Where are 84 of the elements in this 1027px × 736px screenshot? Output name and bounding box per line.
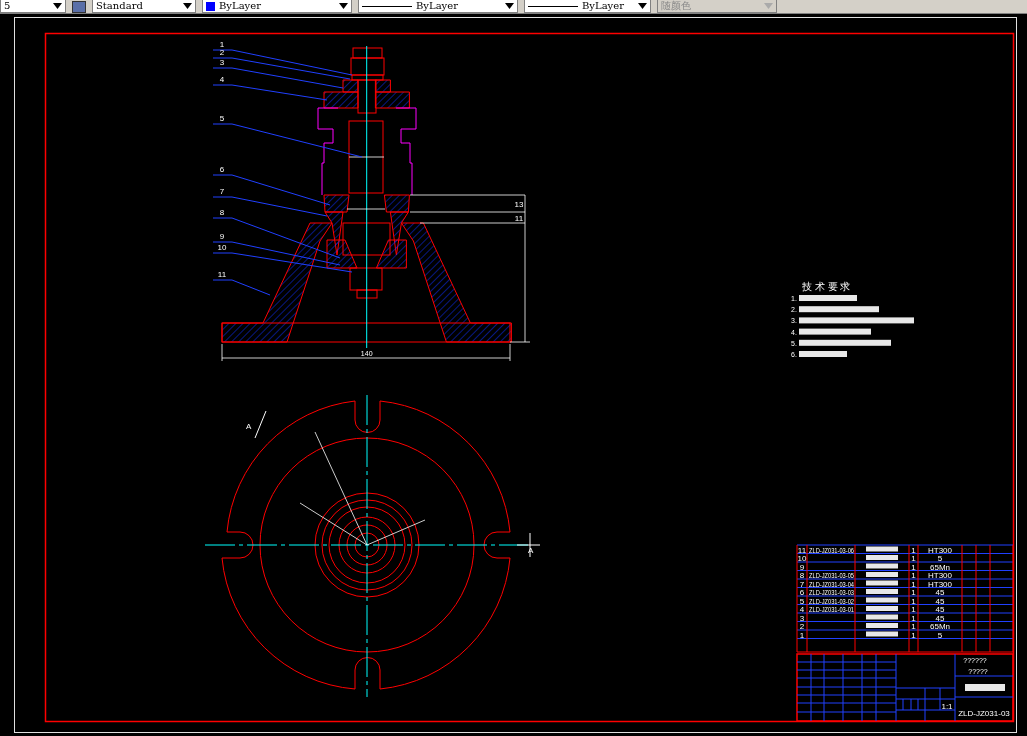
table-cell: 45 xyxy=(935,605,945,614)
part-number: 8 xyxy=(219,208,225,217)
table-cell: 9 xyxy=(799,562,805,572)
leader-line xyxy=(212,279,271,296)
table-cell: 1 xyxy=(911,630,916,640)
table-cell: 1 xyxy=(911,613,916,623)
lineweight-dropdown[interactable]: ByLayer xyxy=(524,0,651,13)
table-cell: 65Mn xyxy=(930,622,950,631)
illegible-text-drawing xyxy=(799,295,857,301)
table-cell: HT300 xyxy=(928,545,952,555)
table-cell: 4 xyxy=(799,605,805,614)
text-style-icon[interactable] xyxy=(72,1,86,13)
table-cell: 7 xyxy=(799,579,805,589)
table-cell: 8 xyxy=(799,571,805,580)
table-cell: 1 xyxy=(911,579,916,589)
table-cell: HT300 xyxy=(928,579,952,589)
table-cell: ZLD-JZ031-03-01 xyxy=(809,605,873,614)
table-cell: 45 xyxy=(935,588,945,597)
part-number: 11 xyxy=(217,270,227,279)
dropdown-arrow-icon[interactable] xyxy=(638,3,647,9)
section-label: A xyxy=(528,546,534,555)
table-cell: 45 xyxy=(935,596,945,606)
part-number: 7 xyxy=(219,187,225,196)
dropdown-arrow-icon[interactable] xyxy=(53,3,62,9)
section-label: A xyxy=(246,422,252,431)
table-cell: 1 xyxy=(911,622,916,631)
illegible-text-drawing xyxy=(866,555,898,560)
illegible-text-drawing xyxy=(866,572,898,577)
table-cell: 5 xyxy=(937,554,943,563)
scale-label: 1:1 xyxy=(941,702,953,711)
table-cell: 10 xyxy=(797,554,807,563)
part-number: 5 xyxy=(219,114,225,123)
table-cell: 1 xyxy=(911,562,916,572)
table-cell: ZLD-JZ031-03-06 xyxy=(809,545,873,555)
part-number: 9 xyxy=(219,232,225,241)
illegible-text-drawing xyxy=(866,606,898,611)
table-cell: 1 xyxy=(799,630,805,640)
part-number: 4 xyxy=(219,75,225,84)
linetype-dropdown[interactable]: ByLayer xyxy=(358,0,518,13)
table-cell: 65Mn xyxy=(930,562,950,572)
table-cell: 1 xyxy=(911,605,916,614)
table-cell: 45 xyxy=(935,613,945,623)
illegible-text-drawing xyxy=(866,589,898,594)
part-number: 1 xyxy=(219,40,225,49)
table-cell: 1 xyxy=(911,554,916,563)
table-cell: 6 xyxy=(799,588,805,597)
table-cell: 5 xyxy=(937,630,943,640)
table-cell: ZLD-JZ031-03-04 xyxy=(809,579,873,589)
table-cell: 1 xyxy=(911,571,916,580)
table-cell: 11 xyxy=(797,545,807,555)
illegible-text-drawing xyxy=(866,631,898,637)
illegible-text-drawing xyxy=(866,614,898,620)
drawing-number: ZLD-JZ031-03 xyxy=(958,709,1010,718)
part-number: 10 xyxy=(217,243,227,252)
table-cell: 5 xyxy=(799,596,805,606)
illegible-text-drawing xyxy=(866,597,898,603)
table-cell: HT300 xyxy=(928,571,952,580)
illegible-text-drawing xyxy=(866,563,898,569)
illegible-text-drawing xyxy=(866,623,898,628)
illegible-text-drawing xyxy=(866,546,898,552)
part-number: 3 xyxy=(219,58,225,67)
table-cell: ZLD-JZ031-03-02 xyxy=(809,596,873,606)
text-style-dropdown[interactable]: Standard xyxy=(92,0,196,13)
table-cell: ZLD-JZ031-03-05 xyxy=(809,571,873,580)
illegible-text-drawing xyxy=(799,328,871,335)
table-cell: 1 xyxy=(911,596,916,606)
part-number: 6 xyxy=(219,165,225,174)
table-cell: 2 xyxy=(799,622,805,631)
table-cell: 1 xyxy=(911,545,916,555)
dropdown-arrow-icon[interactable] xyxy=(505,3,514,9)
color-dropdown[interactable]: ByLayer xyxy=(202,0,352,13)
illegible-text-drawing xyxy=(965,684,1005,691)
table-cell: 3 xyxy=(799,613,805,623)
part-number: 2 xyxy=(219,48,225,57)
layer-dropdown[interactable]: 5 xyxy=(0,0,66,13)
illegible-text-drawing xyxy=(866,580,898,586)
requirements-title: 技 术 要 求 xyxy=(802,281,851,292)
illegible-text-drawing xyxy=(799,351,847,357)
dimension-label: 11 xyxy=(514,214,524,223)
dropdown-arrow-icon[interactable] xyxy=(183,3,192,9)
dimension-label: 13 xyxy=(514,200,524,209)
table-cell: ZLD-JZ031-03-03 xyxy=(809,588,873,597)
table-cell: 1 xyxy=(911,588,916,597)
dropdown-arrow-icon[interactable] xyxy=(339,3,348,9)
